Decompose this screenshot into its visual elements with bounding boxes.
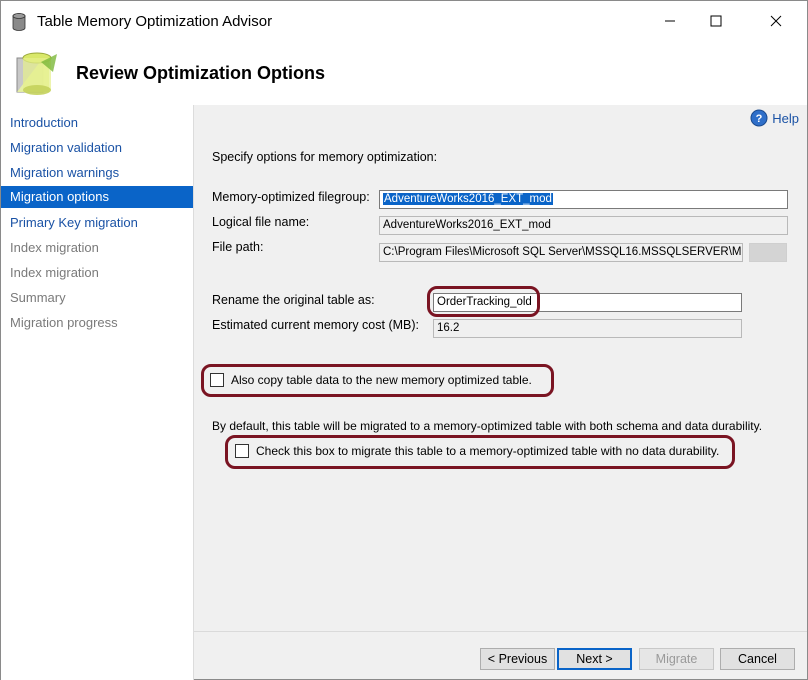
copy-data-checkbox[interactable] bbox=[210, 373, 224, 387]
no-durability-checkbox[interactable] bbox=[235, 444, 249, 458]
durability-note: By default, this table will be migrated … bbox=[212, 419, 763, 433]
memory-cost-label: Estimated current memory cost (MB): bbox=[212, 318, 419, 332]
help-icon: ? bbox=[750, 109, 768, 127]
intro-text: Specify options for memory optimization: bbox=[212, 150, 438, 164]
logical-file-label: Logical file name: bbox=[212, 215, 310, 229]
sidebar-item-migration-validation[interactable]: Migration validation bbox=[1, 137, 193, 159]
database-icon bbox=[12, 13, 26, 31]
svg-text:?: ? bbox=[756, 113, 763, 125]
filegroup-value: AdventureWorks2016_EXT_mod bbox=[383, 193, 553, 205]
browse-button bbox=[749, 243, 787, 262]
window-title: Table Memory Optimization Advisor bbox=[37, 13, 273, 30]
sidebar-item-index-migration-2: Index migration bbox=[10, 265, 99, 280]
rename-label: Rename the original table as: bbox=[212, 293, 375, 307]
maximize-button[interactable] bbox=[693, 3, 739, 39]
sidebar-item-migration-progress: Migration progress bbox=[10, 315, 118, 330]
options-panel: ? Help Specify options for memory optimi… bbox=[194, 105, 807, 679]
previous-button[interactable]: < Previous bbox=[480, 648, 555, 670]
minimize-button[interactable] bbox=[647, 3, 693, 39]
close-icon bbox=[770, 15, 782, 27]
title-bar: Table Memory Optimization Advisor bbox=[1, 1, 807, 41]
wizard-sidebar: Introduction Migration validation Migrat… bbox=[1, 105, 194, 680]
file-path-field[interactable]: C:\Program Files\Microsoft SQL Server\MS… bbox=[379, 243, 743, 262]
sidebar-item-index-migration: Index migration bbox=[10, 240, 99, 255]
logical-file-field[interactable]: AdventureWorks2016_EXT_mod bbox=[379, 216, 788, 235]
sidebar-item-introduction[interactable]: Introduction bbox=[1, 112, 193, 134]
no-durability-label: Check this box to migrate this table to … bbox=[256, 444, 720, 458]
highlight-rename bbox=[427, 286, 540, 317]
close-button[interactable] bbox=[753, 3, 799, 39]
maximize-icon bbox=[710, 15, 722, 27]
page-header: Review Optimization Options bbox=[1, 41, 807, 105]
memory-cost-field: 16.2 bbox=[433, 319, 742, 338]
sidebar-item-summary: Summary bbox=[10, 290, 66, 305]
filegroup-label: Memory-optimized filegroup: bbox=[212, 190, 370, 204]
help-label: Help bbox=[772, 110, 799, 126]
wizard-graphic-icon bbox=[16, 52, 57, 95]
sidebar-item-primary-key-migration[interactable]: Primary Key migration bbox=[1, 212, 193, 234]
cancel-button[interactable]: Cancel bbox=[720, 648, 795, 670]
advisor-window: Table Memory Optimization Advisor Review… bbox=[0, 0, 808, 680]
filegroup-input[interactable]: AdventureWorks2016_EXT_mod bbox=[379, 190, 788, 209]
file-path-label: File path: bbox=[212, 240, 264, 254]
minimize-icon bbox=[665, 20, 675, 22]
migrate-button: Migrate bbox=[639, 648, 714, 670]
help-link[interactable]: ? Help bbox=[750, 109, 799, 127]
footer-divider bbox=[194, 631, 807, 632]
sidebar-item-migration-warnings[interactable]: Migration warnings bbox=[1, 162, 193, 184]
page-title: Review Optimization Options bbox=[76, 63, 326, 83]
next-button[interactable]: Next > bbox=[557, 648, 632, 670]
copy-data-label: Also copy table data to the new memory o… bbox=[231, 373, 532, 387]
sidebar-item-migration-options[interactable]: Migration options bbox=[1, 186, 193, 208]
